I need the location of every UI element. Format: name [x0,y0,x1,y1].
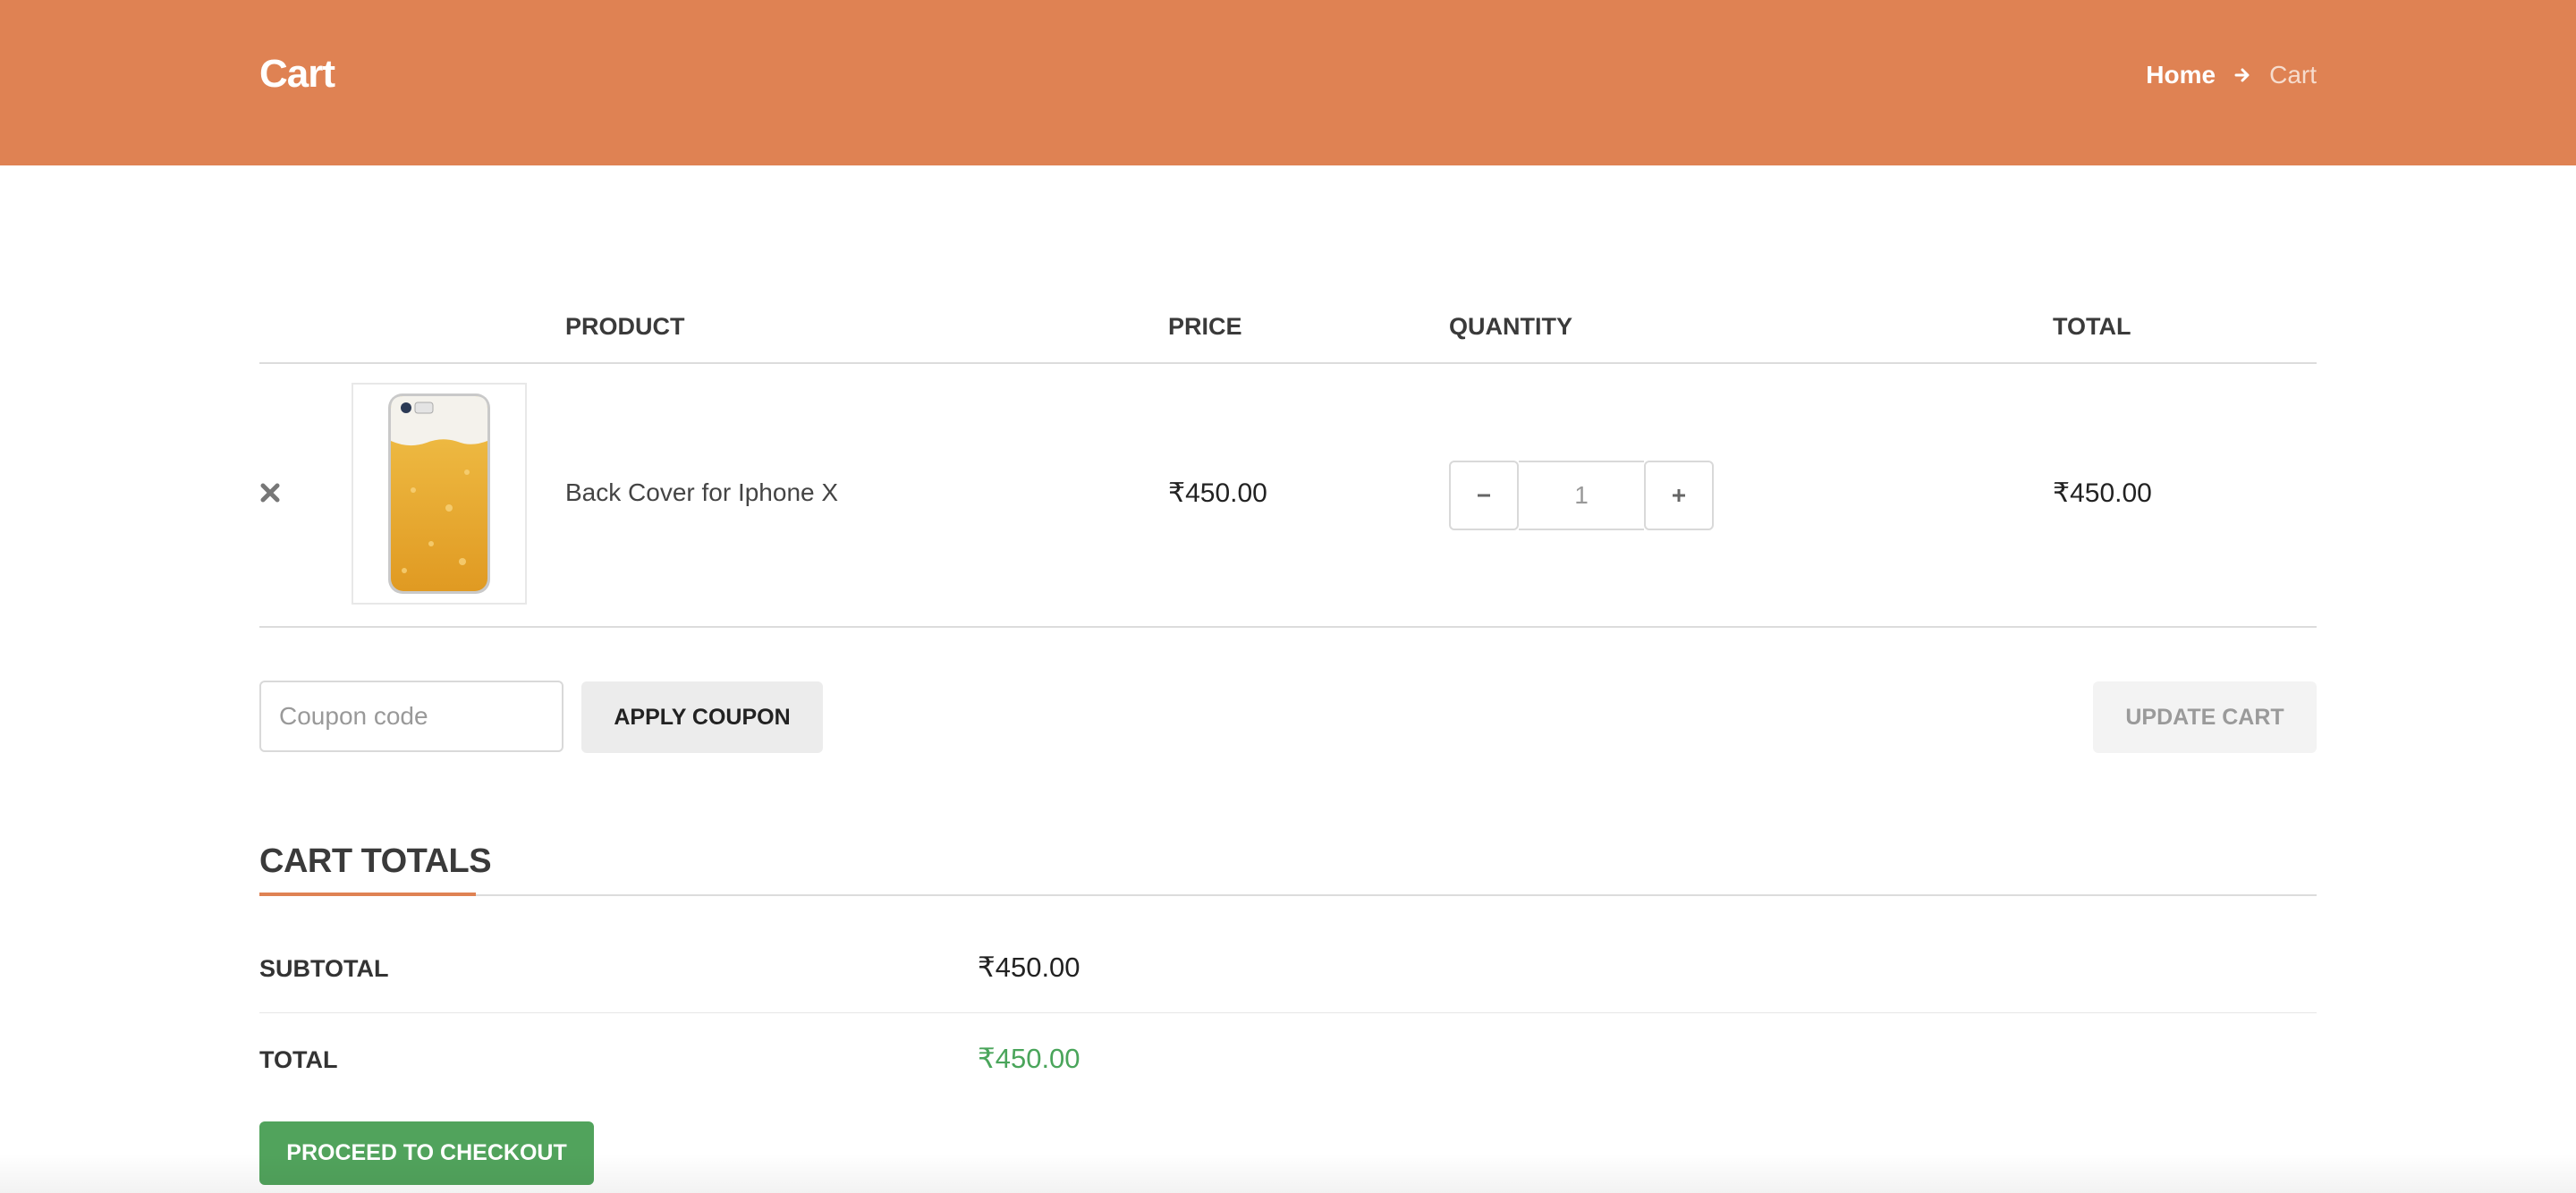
column-header-quantity: QUANTITY [1449,313,1572,340]
line-total: ₹450.00 [2053,478,2152,508]
column-header-total: TOTAL [2053,313,2131,340]
close-x-icon[interactable] [259,482,281,503]
total-label: TOTAL [259,1046,338,1073]
table-header-divider [259,362,2317,364]
column-header-price: PRICE [1168,313,1242,340]
arrow-right-icon [2233,66,2251,84]
table-bottom-divider [259,626,2317,628]
quantity-increase-button[interactable] [1644,461,1714,530]
cart-totals-divider [259,894,2317,896]
proceed-to-checkout-button[interactable]: PROCEED TO CHECKOUT [259,1121,594,1185]
update-cart-button[interactable]: UPDATE CART [2093,681,2317,753]
total-value: ₹450.00 [978,1043,1080,1074]
subtotal-label: SUBTOTAL [259,955,389,982]
cart-totals-heading-underline [259,893,476,896]
apply-coupon-button[interactable]: APPLY COUPON [581,681,823,753]
product-price: ₹450.00 [1168,478,1267,508]
breadcrumb: Home Cart [2146,61,2317,89]
quantity-input[interactable] [1519,461,1644,530]
quantity-stepper [1449,461,1714,530]
plus-icon [1673,489,1685,502]
cart-totals-heading: CART TOTALS [259,842,492,880]
phone-case-beer-thumbnail [388,393,490,594]
product-thumbnail[interactable] [352,383,527,605]
page-header: Cart Home Cart [0,0,2576,165]
subtotal-value: ₹450.00 [978,952,1080,983]
breadcrumb-home-link[interactable]: Home [2146,61,2216,89]
quantity-decrease-button[interactable] [1449,461,1519,530]
product-name-link[interactable]: Back Cover for Iphone X [565,478,838,507]
page-title: Cart [259,52,335,96]
breadcrumb-current: Cart [2269,61,2317,89]
coupon-code-input[interactable] [259,681,564,752]
subtotal-divider [259,1012,2317,1013]
minus-icon [1478,494,1490,497]
column-header-product: PRODUCT [565,313,685,340]
